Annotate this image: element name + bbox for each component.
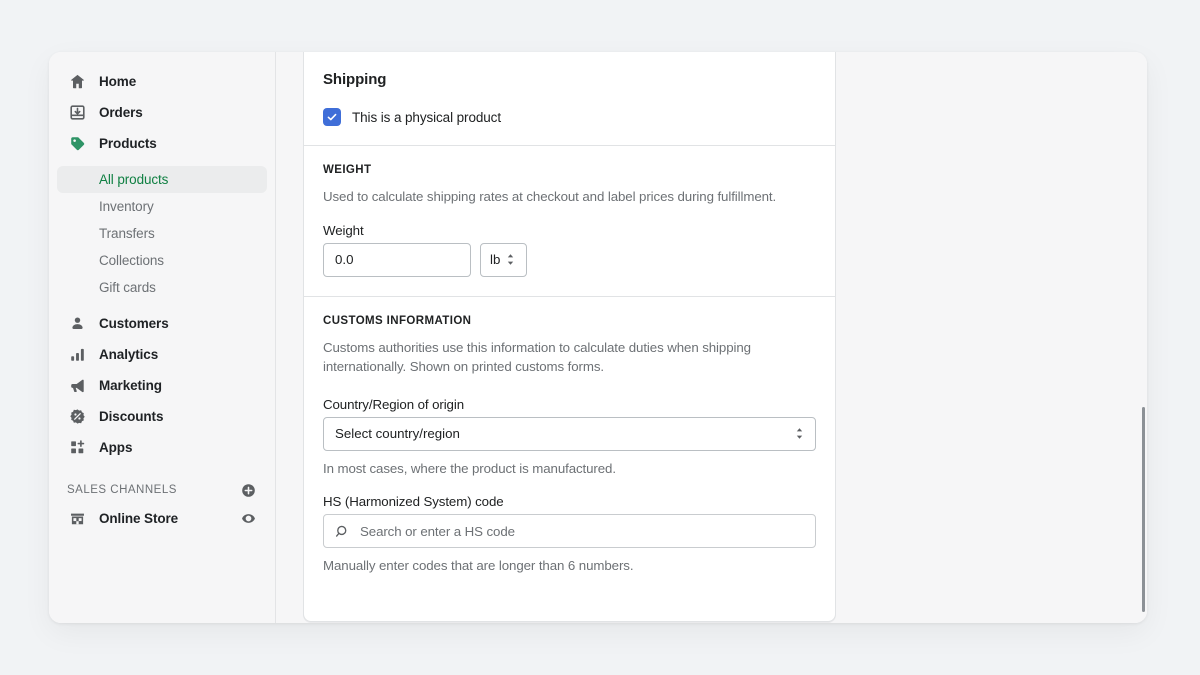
sidebar-item-apps[interactable]: Apps: [57, 432, 267, 463]
sidebar-item-discounts[interactable]: Discounts: [57, 401, 267, 432]
sidebar-item-label: Online Store: [99, 510, 179, 526]
plus-circle-icon[interactable]: [239, 481, 257, 499]
sidebar-item-label: Apps: [99, 439, 133, 455]
sidebar-item-label: Customers: [99, 315, 169, 331]
sales-channels-header: SALES CHANNELS: [57, 477, 267, 503]
shipping-card-header-section: Shipping This is a physical product: [304, 52, 835, 145]
hs-code-help-text: Manually enter codes that are longer tha…: [323, 558, 634, 574]
sidebar-item-transfers[interactable]: Transfers: [57, 220, 267, 247]
main-sidebar: Home Orders Products All products Invent…: [49, 52, 276, 623]
search-icon: [335, 524, 350, 539]
physical-product-checkbox[interactable]: [323, 108, 341, 126]
marketing-megaphone-icon: [67, 376, 87, 396]
sidebar-item-label: Analytics: [99, 346, 159, 362]
country-region-select[interactable]: Select country/region: [323, 416, 816, 451]
weight-input[interactable]: 0.0: [323, 242, 471, 277]
main-content-area: Shipping This is a physical product WEIG…: [276, 52, 1147, 623]
analytics-bars-icon: [67, 345, 87, 365]
sidebar-item-inventory[interactable]: Inventory: [57, 193, 267, 220]
sidebar-subitem-label: Transfers: [99, 225, 155, 241]
weight-unit-value: lb: [490, 252, 501, 268]
sidebar-item-collections[interactable]: Collections: [57, 247, 267, 274]
browser-window: Home Orders Products All products Invent…: [49, 52, 1147, 623]
country-help-text: In most cases, where the product is manu…: [323, 460, 616, 476]
eye-icon[interactable]: [239, 510, 257, 528]
hs-code-field-label: HS (Harmonized System) code: [323, 494, 504, 510]
hs-code-search-input[interactable]: Search or enter a HS code: [323, 514, 816, 549]
sidebar-item-label: Home: [99, 73, 137, 89]
sidebar-item-marketing[interactable]: Marketing: [57, 370, 267, 401]
weight-help-text: Used to calculate shipping rates at chec…: [323, 189, 777, 204]
vertical-scrollbar-thumb[interactable]: [1142, 407, 1145, 612]
storefront-icon: [67, 509, 87, 529]
weight-heading: WEIGHT: [323, 164, 372, 176]
weight-section: WEIGHT Used to calculate shipping rates …: [304, 146, 835, 296]
updown-chevrons-icon: [506, 253, 515, 266]
sidebar-subitem-label: Inventory: [99, 198, 154, 214]
country-field-label: Country/Region of origin: [323, 396, 464, 412]
sales-channels-label: SALES CHANNELS: [67, 484, 177, 496]
sidebar-item-all-products[interactable]: All products: [57, 166, 267, 193]
sidebar-item-gift-cards[interactable]: Gift cards: [57, 274, 267, 301]
sidebar-subitem-label: Collections: [99, 252, 164, 268]
sidebar-item-customers[interactable]: Customers: [57, 308, 267, 339]
sidebar-item-label: Marketing: [99, 377, 162, 393]
page-title: Shipping: [323, 71, 387, 88]
customer-person-icon: [67, 314, 87, 334]
sidebar-item-analytics[interactable]: Analytics: [57, 339, 267, 370]
updown-chevrons-icon: [795, 427, 804, 440]
physical-product-row[interactable]: This is a physical product: [323, 108, 816, 126]
sidebar-subitem-label: All products: [99, 171, 169, 187]
hs-code-placeholder: Search or enter a HS code: [360, 523, 515, 539]
shipping-card: Shipping This is a physical product WEIG…: [303, 52, 836, 622]
sidebar-item-label: Products: [99, 135, 157, 151]
sidebar-item-orders[interactable]: Orders: [57, 97, 267, 128]
discount-percent-icon: [67, 407, 87, 427]
customs-help-text: Customs authorities use this information…: [323, 339, 751, 375]
sidebar-item-products[interactable]: Products: [57, 128, 267, 159]
product-tag-icon: [67, 134, 87, 154]
sidebar-subitem-label: Gift cards: [99, 279, 156, 295]
weight-input-row: 0.0 lb: [323, 242, 816, 277]
weight-unit-select[interactable]: lb: [480, 242, 527, 277]
country-region-value: Select country/region: [335, 426, 460, 442]
customs-section: CUSTOMS INFORMATION Customs authorities …: [304, 297, 835, 621]
sidebar-item-label: Orders: [99, 104, 143, 120]
orders-inbox-icon: [67, 103, 87, 123]
sidebar-item-online-store[interactable]: Online Store: [57, 503, 267, 534]
sidebar-item-home[interactable]: Home: [57, 66, 267, 97]
sidebar-item-label: Discounts: [99, 408, 164, 424]
customs-heading: CUSTOMS INFORMATION: [323, 314, 472, 327]
weight-field-label: Weight: [323, 222, 364, 238]
apps-grid-plus-icon: [67, 438, 87, 458]
physical-product-label: This is a physical product: [352, 109, 501, 125]
checkmark-icon: [327, 113, 337, 121]
home-icon: [67, 72, 87, 92]
